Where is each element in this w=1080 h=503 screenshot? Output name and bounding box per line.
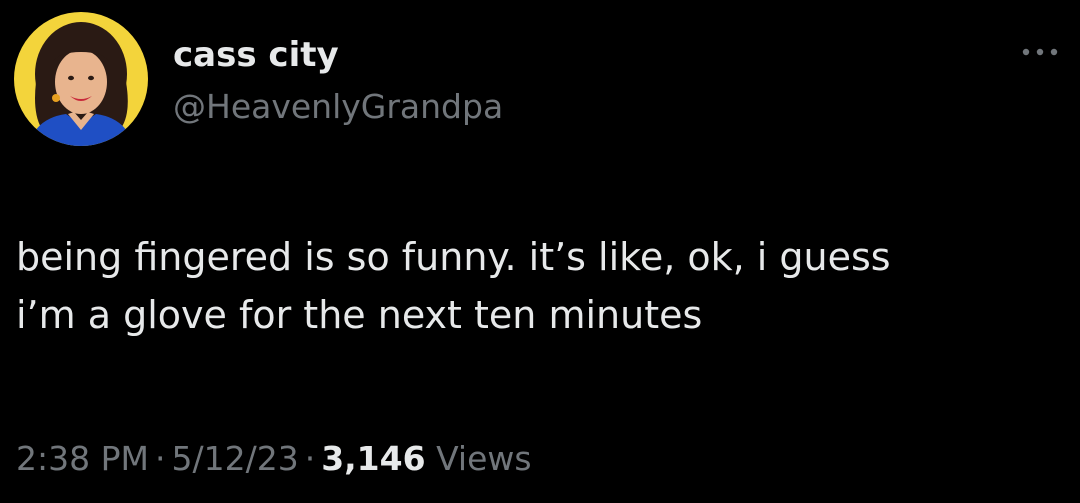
more-options-icon	[1022, 48, 1058, 56]
tweet-text-line: being fingered is so funny. it’s like, o…	[16, 235, 891, 279]
views-count[interactable]: 3,146	[321, 439, 425, 478]
display-name[interactable]: cass city	[173, 33, 339, 77]
separator: ·	[154, 439, 166, 478]
tweet-date[interactable]: 5/12/23	[171, 439, 298, 478]
tweet-metadata: 2:38 PM · 5/12/23 · 3,146 Views	[16, 436, 532, 482]
views-label: Views	[436, 439, 532, 478]
avatar[interactable]	[14, 12, 148, 146]
profile-photo	[14, 12, 148, 146]
tweet-time[interactable]: 2:38 PM	[16, 439, 149, 478]
user-handle[interactable]: @HeavenlyGrandpa	[173, 85, 503, 129]
tweet-text: being fingered is so funny. it’s like, o…	[16, 228, 1056, 344]
separator: ·	[304, 439, 316, 478]
tweet-text-line: i’m a glove for the next ten minutes	[16, 293, 703, 337]
tweet: cass city @HeavenlyGrandpa being fingere…	[0, 0, 1080, 503]
more-options-button[interactable]	[1016, 40, 1064, 64]
